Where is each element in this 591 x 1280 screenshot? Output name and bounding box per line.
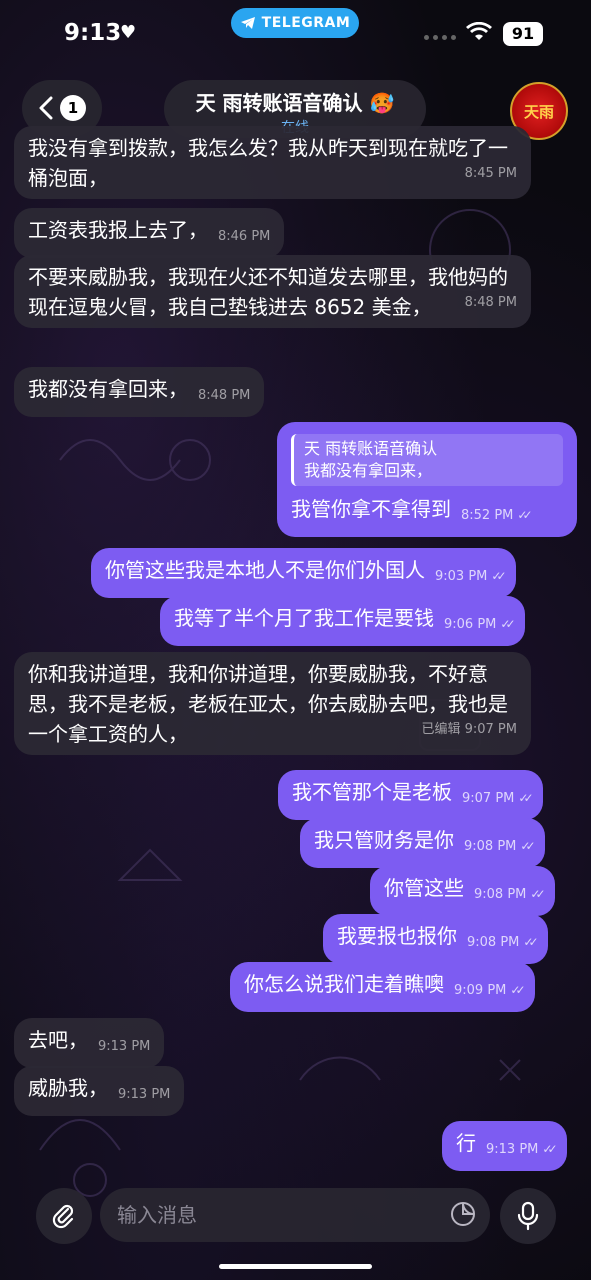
signal-icon — [424, 35, 456, 40]
double-check-icon: ✓✓ — [500, 617, 515, 631]
status-bar: 9:13 ♥ TELEGRAM 91 — [0, 0, 591, 50]
message-text: 去吧， — [28, 1028, 88, 1052]
microphone-icon — [517, 1201, 539, 1231]
message-text: 你管这些 — [384, 876, 464, 900]
message-time: 9:03 PM ✓✓ — [435, 569, 507, 584]
microphone-button[interactable] — [500, 1188, 556, 1244]
message-time: 8:46 PM — [218, 229, 271, 244]
message-incoming[interactable]: 威胁我， 9:13 PM — [14, 1066, 185, 1116]
message-text: 我不管那个是老板 — [292, 780, 452, 804]
message-time: 9:07 PM ✓✓ — [462, 791, 534, 806]
message-text: 我只管财务是你 — [314, 828, 454, 852]
message-outgoing[interactable]: 你怎么说我们走着瞧噢 9:09 PM ✓✓ — [230, 962, 535, 1012]
message-time: 8:45 PM — [464, 166, 517, 181]
message-text: 我管你拿不拿得到 — [291, 497, 451, 521]
message-outgoing[interactable]: 行 9:13 PM ✓✓ — [442, 1121, 567, 1171]
message-text: 我没有拿到拨款，我怎么发？我从昨天到现在就吃了一桶泡面， — [28, 136, 508, 190]
double-check-icon: ✓✓ — [517, 508, 532, 522]
message-time: 8:52 PM ✓✓ — [461, 508, 533, 523]
message-text: 工资表我报上去了， — [28, 218, 208, 242]
message-text: 不要来威胁我，我现在火还不知道发去哪里，我他妈的现在逗鬼火冒，我自己垫钱进去 8… — [28, 265, 508, 319]
message-text: 我要报也报你 — [337, 924, 457, 948]
reply-text: 我都没有拿回来， — [304, 461, 433, 480]
paperclip-icon — [52, 1204, 74, 1229]
clock: 9:13 — [64, 20, 122, 46]
message-incoming[interactable]: 你和我讲道理，我和你讲道理，你要威胁我，不好意思，我不是老板，老板在亚太，你去威… — [14, 652, 531, 755]
message-input[interactable]: 输入消息 — [100, 1188, 490, 1242]
battery-indicator: 91 — [503, 22, 543, 46]
message-time: 9:13 PM ✓✓ — [486, 1142, 558, 1157]
wifi-icon — [466, 22, 492, 40]
message-time: 已编辑 9:07 PM — [421, 722, 517, 737]
message-time: 8:48 PM — [198, 388, 251, 403]
reply-author: 天 雨转账语音确认 — [304, 439, 438, 458]
heart-icon: ♥ — [120, 22, 137, 43]
message-incoming[interactable]: 去吧， 9:13 PM — [14, 1018, 165, 1068]
chat-title: 天 雨转账语音确认 🥵 — [195, 91, 395, 115]
message-time: 9:08 PM ✓✓ — [474, 887, 546, 902]
double-check-icon: ✓✓ — [510, 983, 525, 997]
home-indicator[interactable] — [219, 1264, 372, 1269]
message-time: 9:08 PM ✓✓ — [467, 935, 539, 950]
message-time: 9:13 PM — [118, 1087, 171, 1102]
message-text: 你管这些我是本地人不是你们外国人 — [105, 558, 425, 582]
message-time: 8:48 PM — [464, 295, 517, 310]
reply-quote[interactable]: 天 雨转账语音确认 我都没有拿回来， — [291, 434, 563, 486]
message-incoming[interactable]: 我都没有拿回来， 8:48 PM — [14, 367, 265, 417]
chevron-left-icon — [39, 96, 53, 120]
edited-label: 已编辑 — [421, 722, 461, 737]
double-check-icon: ✓✓ — [530, 887, 545, 901]
double-check-icon: ✓✓ — [523, 935, 538, 949]
message-time: 9:09 PM ✓✓ — [454, 983, 526, 998]
message-incoming[interactable]: 工资表我报上去了， 8:46 PM — [14, 208, 285, 258]
sticker-icon[interactable] — [449, 1200, 477, 1228]
message-outgoing[interactable]: 我等了半个月了我工作是要钱 9:06 PM ✓✓ — [160, 596, 525, 646]
telegram-plane-icon — [240, 17, 255, 29]
message-outgoing[interactable]: 我要报也报你 9:08 PM ✓✓ — [323, 914, 548, 964]
unread-badge: 1 — [60, 95, 86, 121]
message-outgoing-reply[interactable]: 天 雨转账语音确认 我都没有拿回来， 我管你拿不拿得到 8:52 PM ✓✓ — [277, 422, 577, 537]
double-check-icon: ✓✓ — [518, 791, 533, 805]
telegram-indicator[interactable]: TELEGRAM — [231, 8, 359, 38]
message-outgoing[interactable]: 你管这些 9:08 PM ✓✓ — [370, 866, 555, 916]
message-outgoing[interactable]: 我只管财务是你 9:08 PM ✓✓ — [300, 818, 545, 868]
message-text: 你怎么说我们走着瞧噢 — [244, 972, 444, 996]
attach-button[interactable] — [36, 1188, 92, 1244]
message-text: 我都没有拿回来， — [28, 377, 188, 401]
message-incoming[interactable]: 我没有拿到拨款，我怎么发？我从昨天到现在就吃了一桶泡面， 8:45 PM — [14, 126, 531, 199]
avatar-text: 天雨 — [523, 102, 554, 121]
message-outgoing[interactable]: 我不管那个是老板 9:07 PM ✓✓ — [278, 770, 543, 820]
message-text: 我等了半个月了我工作是要钱 — [174, 606, 434, 630]
telegram-label: TELEGRAM — [261, 15, 351, 31]
message-outgoing[interactable]: 你管这些我是本地人不是你们外国人 9:03 PM ✓✓ — [91, 548, 516, 598]
double-check-icon: ✓✓ — [542, 1142, 557, 1156]
message-text: 威胁我， — [28, 1076, 108, 1100]
message-time: 9:13 PM — [98, 1039, 151, 1054]
message-incoming[interactable]: 不要来威胁我，我现在火还不知道发去哪里，我他妈的现在逗鬼火冒，我自己垫钱进去 8… — [14, 255, 531, 328]
message-time: 9:06 PM ✓✓ — [444, 617, 516, 632]
double-check-icon: ✓✓ — [491, 569, 506, 583]
message-text: 行 — [456, 1131, 476, 1155]
message-time: 9:08 PM ✓✓ — [464, 839, 536, 854]
double-check-icon: ✓✓ — [520, 839, 535, 853]
